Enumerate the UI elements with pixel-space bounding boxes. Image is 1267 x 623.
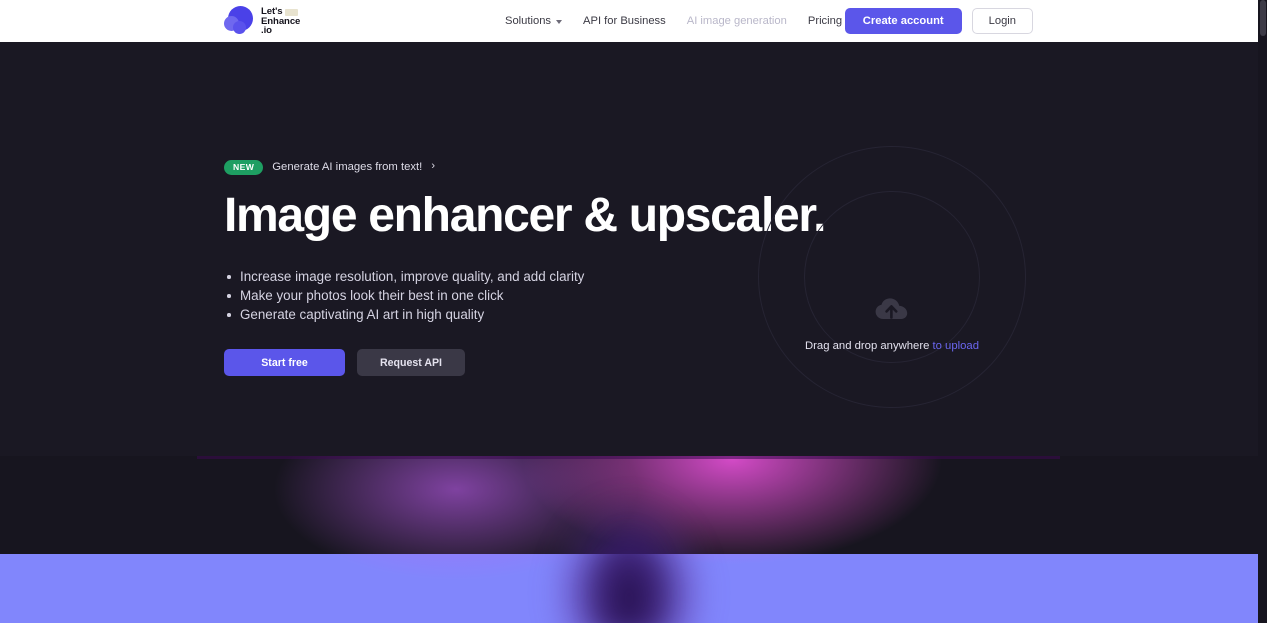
panel-subject-core [568, 479, 689, 623]
new-feature-banner[interactable]: NEW Generate AI images from text! › [224, 160, 435, 175]
cloud-upload-icon [875, 298, 908, 319]
page-title: Image enhancer & upscaler. [224, 188, 826, 242]
nav-item-label: Solutions [505, 15, 552, 27]
nav-item-solutions[interactable]: Solutions [505, 15, 563, 27]
site-header: Let's Enhance .io Solutions API for Busi… [0, 0, 1258, 42]
chevron-right-icon: › [431, 159, 435, 172]
upload-link[interactable]: to upload [933, 340, 979, 352]
list-item: Generate captivating AI art in high qual… [224, 305, 744, 324]
nav-item-label: AI image generation [686, 15, 787, 27]
logo-mark-icon [223, 5, 255, 37]
chevron-down-icon [556, 20, 563, 24]
hero-cta-row: Start free Request API [224, 349, 744, 377]
hero-feature-list: Increase image resolution, improve quali… [224, 267, 744, 324]
image-comparison-panel[interactable] [197, 456, 1060, 623]
vertical-scrollbar[interactable] [1258, 0, 1267, 623]
list-item: Make your photos look their best in one … [224, 286, 744, 305]
dropzone-text: Drag and drop anywhere to upload [805, 340, 979, 352]
panel-top-edge [197, 456, 1060, 459]
page-root: Let's Enhance .io Solutions API for Busi… [0, 0, 1267, 623]
main-navigation: Solutions API for Business AI image gene… [505, 0, 885, 42]
nav-item-label: API for Business [583, 15, 666, 27]
hero-section: NEW Generate AI images from text! › Imag… [0, 42, 1258, 456]
dropzone-main-text: Drag and drop anywhere [805, 340, 930, 352]
new-feature-label: Generate AI images from text! [272, 161, 423, 174]
nav-item-pricing[interactable]: Pricing [808, 15, 842, 27]
list-item: Increase image resolution, improve quali… [224, 267, 744, 286]
dropzone-inner-ring [804, 191, 980, 363]
login-button[interactable]: Login [971, 8, 1033, 34]
nav-item-api-for-business[interactable]: API for Business [583, 15, 666, 27]
hero-content: NEW Generate AI images from text! › Imag… [224, 160, 826, 377]
status-badge: NEW [224, 160, 264, 175]
start-free-button[interactable]: Start free [224, 349, 345, 377]
scrollbar-thumb[interactable] [1260, 0, 1266, 36]
create-account-button[interactable]: Create account [844, 8, 962, 34]
upload-dropzone[interactable]: Drag and drop anywhere to upload [758, 146, 1026, 408]
nav-item-label: Pricing [807, 15, 843, 27]
request-api-button[interactable]: Request API [357, 349, 465, 377]
nav-item-ai-image-generation[interactable]: AI image generation [687, 15, 787, 27]
site-logo[interactable]: Let's Enhance .io [223, 3, 300, 39]
logo-badge-icon [285, 9, 298, 16]
header-actions: Create account Login [844, 0, 1033, 42]
logo-line-3: .io [261, 25, 272, 37]
